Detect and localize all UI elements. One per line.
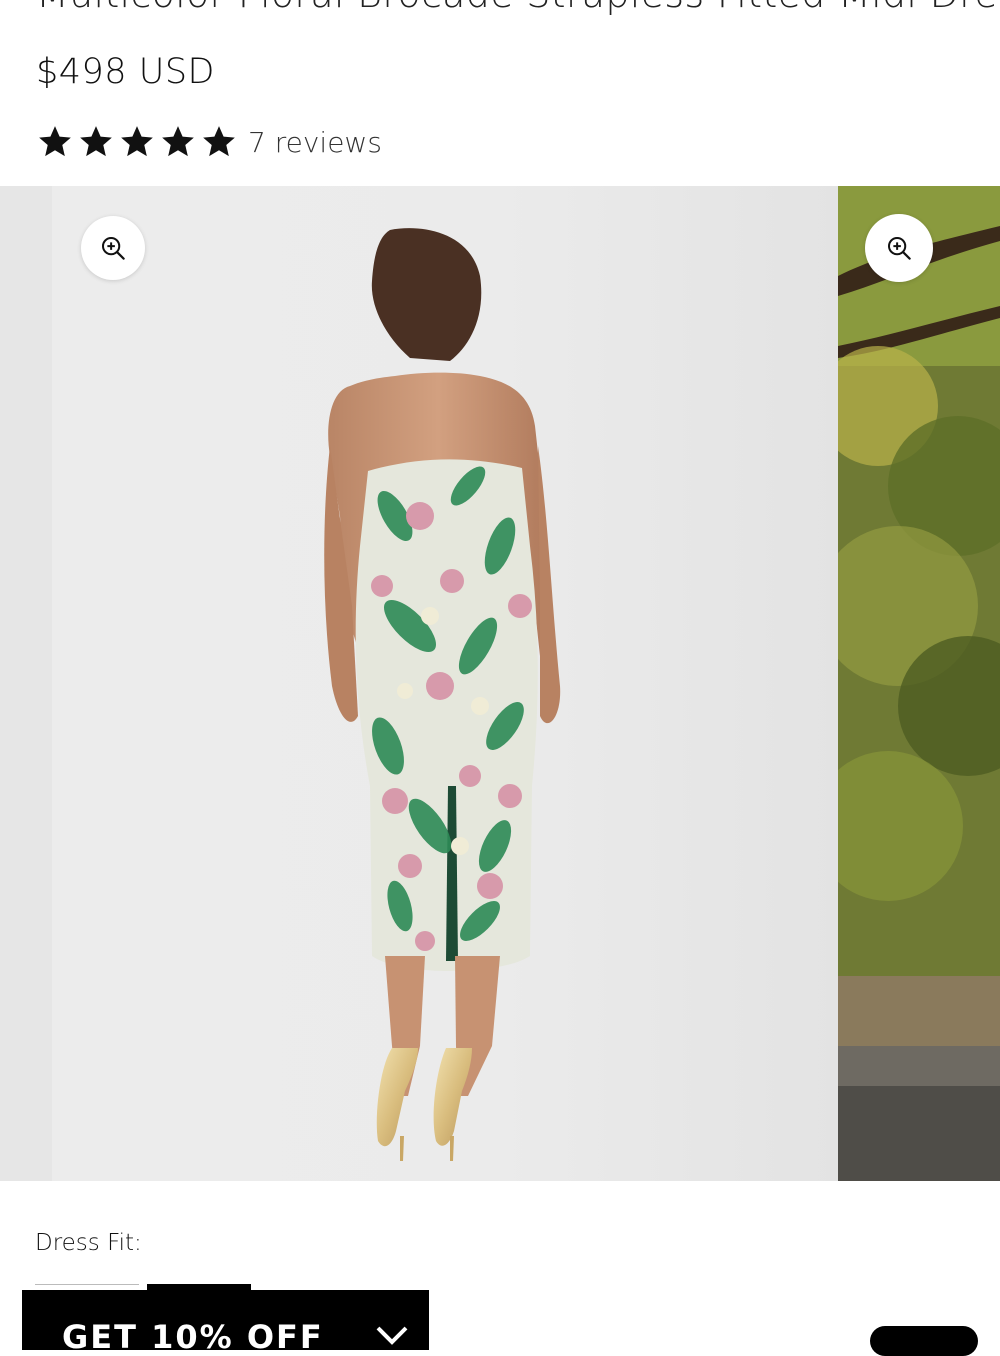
star-icon xyxy=(36,123,74,161)
zoom-in-icon xyxy=(102,237,125,260)
star-icon xyxy=(77,123,115,161)
chevron-down-icon xyxy=(376,1326,408,1345)
next-product-photo xyxy=(838,186,1000,1181)
star-rating xyxy=(36,123,238,161)
star-icon xyxy=(118,123,156,161)
gallery-slide-next[interactable] xyxy=(838,186,1000,1181)
reviews-link[interactable]: 7 reviews xyxy=(248,126,382,159)
product-price: $498 USD xyxy=(36,52,215,92)
product-gallery[interactable] xyxy=(0,186,1000,1181)
star-icon xyxy=(200,123,238,161)
zoom-in-icon xyxy=(888,237,911,260)
zoom-button[interactable] xyxy=(865,214,933,282)
product-title: Multicolor Floral Brocade Strapless Fitt… xyxy=(36,0,1000,16)
zoom-button[interactable] xyxy=(81,216,145,280)
dress-fit-label: Dress Fit: xyxy=(35,1230,142,1256)
chat-button[interactable] xyxy=(870,1326,978,1356)
promo-label: GET 10% OFF xyxy=(62,1318,324,1350)
product-photo xyxy=(324,228,561,1161)
gallery-slide-main[interactable] xyxy=(0,186,838,1181)
rating-summary[interactable]: 7 reviews xyxy=(36,120,382,164)
star-icon xyxy=(159,123,197,161)
discount-promo-bar[interactable]: GET 10% OFF xyxy=(22,1290,429,1350)
